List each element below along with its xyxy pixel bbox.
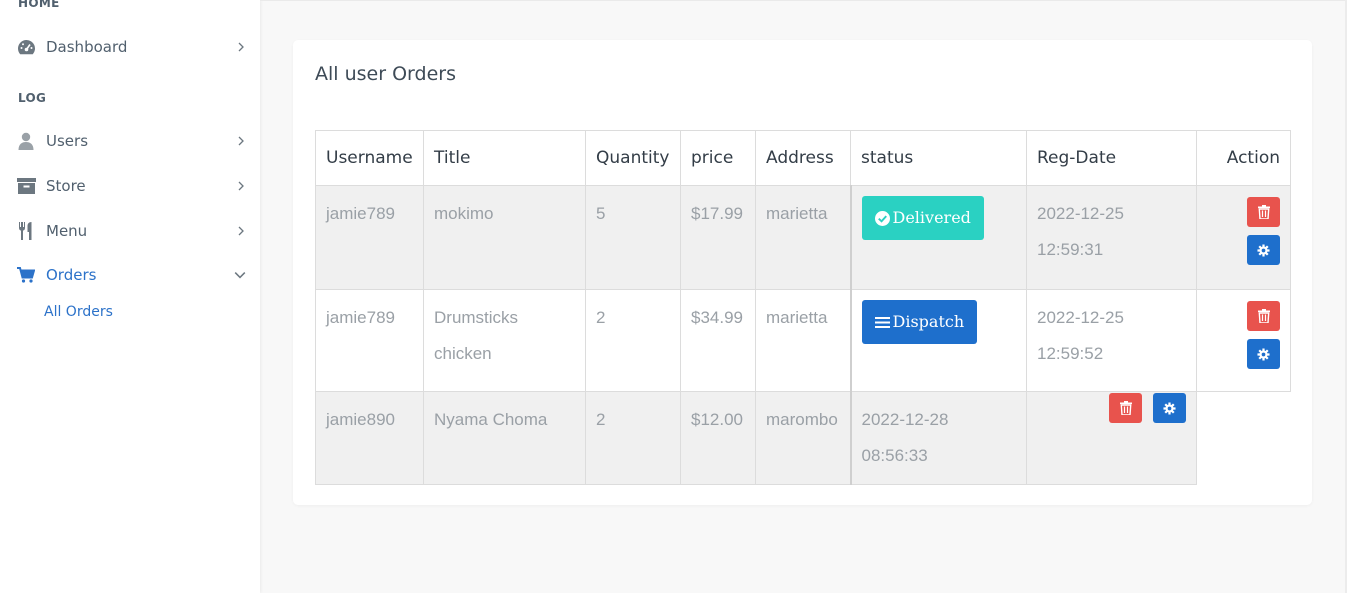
cell-action (1026, 391, 1197, 485)
cart-icon (16, 265, 36, 285)
chevron-down-icon (234, 272, 246, 279)
settings-button[interactable] (1247, 339, 1280, 369)
delete-button[interactable] (1247, 197, 1280, 227)
empty-cell (1197, 392, 1291, 485)
status-dispatch-button[interactable]: Dispatch (861, 300, 978, 344)
table-row: jamie789 mokimo 5 $17.99 marietta Delive… (315, 185, 1291, 290)
reg-date: 2022-12-28 (861, 410, 949, 429)
orders-table: Username Title Quantity price Address st… (315, 130, 1291, 485)
sidebar-subitem-all-orders[interactable]: All Orders (44, 304, 113, 320)
cell-reg-date: 2022-12-25 12:59:31 (1026, 185, 1197, 290)
chevron-right-icon (238, 226, 244, 236)
sidebar-item-label: Dashboard (46, 38, 128, 56)
reg-time: 08:56:33 (861, 446, 928, 465)
cell-reg-date: 2022-12-25 12:59:52 (1026, 289, 1197, 392)
table-row: jamie890 Nyama Choma 2 $12.00 marombo 20… (315, 391, 1291, 485)
cell-status: Delivered (849, 185, 1027, 290)
cell-title: mokimo (423, 185, 586, 290)
gear-icon (1163, 401, 1176, 415)
user-icon (16, 131, 36, 151)
header-status[interactable]: status (850, 130, 1027, 186)
cell-username: jamie890 (315, 391, 424, 485)
reg-time: 12:59:52 (1037, 344, 1104, 363)
cell-price: $34.99 (680, 289, 756, 392)
cell-action (1196, 289, 1291, 392)
header-quantity[interactable]: Quantity (585, 130, 681, 186)
section-label-home: HOME (18, 0, 60, 10)
sidebar: HOME Dashboard LOG Users Store Menu Orde (0, 0, 260, 593)
header-username[interactable]: Username (315, 130, 424, 186)
reg-date: 2022-12-25 (1037, 308, 1124, 327)
utensils-icon (16, 221, 36, 241)
cell-quantity: 2 (585, 391, 681, 485)
cell-status: Dispatch (849, 289, 1027, 392)
cell-price: $17.99 (680, 185, 756, 290)
reg-date: 2022-12-25 (1037, 204, 1124, 223)
status-label: Dispatch (892, 312, 965, 331)
chevron-right-icon (238, 181, 244, 191)
gear-icon (1257, 243, 1270, 257)
cell-username: jamie789 (315, 289, 424, 392)
trash-icon (1257, 205, 1270, 219)
gear-icon (1257, 347, 1270, 361)
delete-button[interactable] (1247, 301, 1280, 331)
header-action[interactable]: Action (1196, 130, 1291, 186)
cell-action (1196, 185, 1291, 290)
cell-address: marietta (755, 185, 851, 290)
archive-icon (16, 176, 36, 196)
chevron-right-icon (238, 42, 244, 52)
cell-title: Drumsticks chicken (423, 289, 586, 392)
sidebar-item-label: Store (46, 177, 86, 195)
trash-icon (1119, 401, 1132, 415)
bars-icon (874, 316, 890, 328)
delete-button[interactable] (1109, 393, 1142, 423)
cell-username: jamie789 (315, 185, 424, 290)
header-title[interactable]: Title (423, 130, 586, 186)
cell-reg-date: 2022-12-28 08:56:33 (849, 391, 1027, 485)
cell-title: Nyama Choma (423, 391, 586, 485)
table-row: jamie789 Drumsticks chicken 2 $34.99 mar… (315, 289, 1291, 392)
sidebar-item-label: Users (46, 132, 89, 150)
header-address[interactable]: Address (755, 130, 851, 186)
settings-button[interactable] (1247, 235, 1280, 265)
cell-quantity: 2 (585, 289, 681, 392)
check-circle-icon (874, 210, 890, 226)
status-delivered-button[interactable]: Delivered (861, 196, 984, 240)
reg-time: 12:59:31 (1037, 240, 1104, 259)
sidebar-item-label: Orders (46, 266, 97, 284)
status-label: Delivered (892, 208, 971, 227)
settings-button[interactable] (1153, 393, 1186, 423)
chevron-right-icon (238, 136, 244, 146)
header-price[interactable]: price (680, 130, 756, 186)
title-line: Drumsticks (434, 308, 519, 327)
trash-icon (1257, 309, 1270, 323)
cell-address: marombo (755, 391, 851, 485)
sidebar-item-orders[interactable]: Orders (0, 257, 260, 293)
sidebar-item-label: Menu (46, 222, 88, 240)
page-title: All user Orders (315, 63, 456, 85)
cell-address: marietta (755, 289, 851, 392)
cell-price: $12.00 (680, 391, 756, 485)
cell-quantity: 5 (585, 185, 681, 290)
table-header-row: Username Title Quantity price Address st… (315, 130, 1291, 186)
header-divider (260, 0, 1347, 1)
title-line: chicken (434, 344, 492, 363)
sidebar-item-menu[interactable]: Menu (0, 213, 260, 249)
orders-card: All user Orders Username Title Quantity … (293, 40, 1312, 505)
dashboard-icon (16, 37, 36, 57)
sidebar-item-dashboard[interactable]: Dashboard (0, 29, 260, 65)
sidebar-item-store[interactable]: Store (0, 168, 260, 204)
sidebar-item-users[interactable]: Users (0, 123, 260, 159)
header-reg-date[interactable]: Reg-Date (1026, 130, 1197, 186)
section-label-log: LOG (18, 91, 47, 105)
